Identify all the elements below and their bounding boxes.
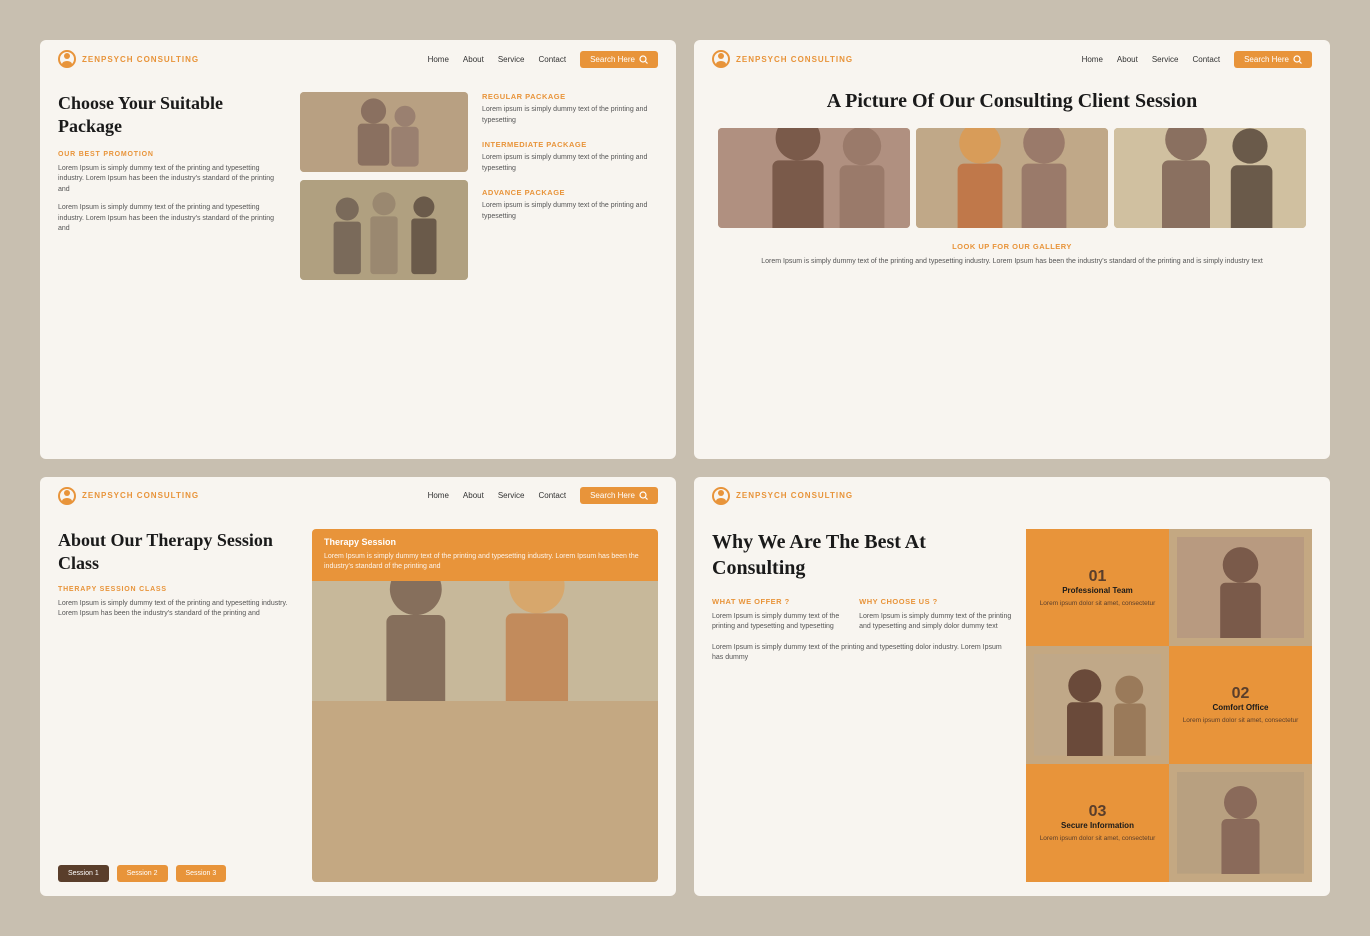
slide-package: ZENPSYCH CONSULTING Home About Service C… bbox=[40, 40, 676, 459]
slide1-body: Choose Your Suitable Package OUR BEST PR… bbox=[40, 78, 676, 459]
therapy-label: THERAPY SESSION CLASS bbox=[58, 586, 298, 593]
nav-links-slide1: Home About Service Contact Search Here bbox=[428, 51, 658, 68]
logo-slide2: ZENPSYCH CONSULTING bbox=[712, 50, 853, 68]
slide-best: ZENPSYCH CONSULTING Why We Are The Best … bbox=[694, 477, 1330, 896]
package-advance: ADVANCE PACKAGE Lorem ipsum is simply du… bbox=[482, 188, 658, 222]
logo-text-4: ZENPSYCH CONSULTING bbox=[736, 491, 853, 500]
search-button-2[interactable]: Search Here bbox=[1234, 51, 1312, 68]
nav-about-2[interactable]: About bbox=[1117, 55, 1138, 64]
nav-slide3: ZENPSYCH CONSULTING Home About Service C… bbox=[40, 477, 676, 515]
nav-contact-2[interactable]: Contact bbox=[1193, 55, 1221, 64]
nav-home-2[interactable]: Home bbox=[1082, 55, 1103, 64]
gallery-label: LOOK UP FOR OUR GALLERY bbox=[718, 242, 1306, 251]
nav-service-2[interactable]: Service bbox=[1152, 55, 1179, 64]
logo-slide4: ZENPSYCH CONSULTING bbox=[712, 487, 853, 505]
gallery-img-2 bbox=[916, 128, 1108, 228]
slide1-left: Choose Your Suitable Package OUR BEST PR… bbox=[58, 92, 286, 445]
logo-icon-2 bbox=[712, 50, 730, 68]
col2-header: WHY CHOOSE US ? bbox=[859, 597, 1012, 606]
therapy-img bbox=[312, 581, 658, 882]
nav-home-3[interactable]: Home bbox=[428, 491, 449, 500]
feature-2: 02 Comfort Office Lorem ipsum dolor sit … bbox=[1169, 646, 1312, 764]
col-choose: WHY CHOOSE US ? Lorem Ipsum is simply du… bbox=[859, 597, 1012, 633]
nav-slide2: ZENPSYCH CONSULTING Home About Service C… bbox=[694, 40, 1330, 78]
col1-text: Lorem Ipsum is simply dummy text of the … bbox=[712, 612, 843, 633]
slide4-body: Why We Are The Best At Consulting WHAT W… bbox=[694, 515, 1330, 896]
slide1-packages: REGULAR PACKAGE Lorem ipsum is simply du… bbox=[482, 92, 658, 445]
promo-label: OUR BEST PROMOTION bbox=[58, 151, 286, 158]
feature-img-3 bbox=[1169, 764, 1312, 882]
slide1-title: Choose Your Suitable Package bbox=[58, 92, 286, 139]
session-btn-2[interactable]: Session 2 bbox=[117, 865, 168, 882]
nav-about-1[interactable]: About bbox=[463, 55, 484, 64]
search-button-1[interactable]: Search Here bbox=[580, 51, 658, 68]
slide4-features: 01 Professional Team Lorem ipsum dolor s… bbox=[1026, 529, 1312, 882]
nav-slide1: ZENPSYCH CONSULTING Home About Service C… bbox=[40, 40, 676, 78]
logo-text-3: ZENPSYCH CONSULTING bbox=[82, 491, 199, 500]
logo-icon-4 bbox=[712, 487, 730, 505]
nav-links-slide2: Home About Service Contact Search Here bbox=[1082, 51, 1312, 68]
search-button-3[interactable]: Search Here bbox=[580, 487, 658, 504]
session-btn-1[interactable]: Session 1 bbox=[58, 865, 109, 882]
nav-slide4: ZENPSYCH CONSULTING bbox=[694, 477, 1330, 515]
logo-slide3: ZENPSYCH CONSULTING bbox=[58, 487, 199, 505]
img-session-bottom bbox=[300, 180, 468, 280]
slide-gallery: ZENPSYCH CONSULTING Home About Service C… bbox=[694, 40, 1330, 459]
img-session-top bbox=[300, 92, 468, 172]
gallery-desc: Lorem Ipsum is simply dummy text of the … bbox=[718, 257, 1306, 268]
nav-links-slide3: Home About Service Contact Search Here bbox=[428, 487, 658, 504]
session-btn-3[interactable]: Session 3 bbox=[176, 865, 227, 882]
slide3-right: Therapy Session Lorem Ipsum is simply du… bbox=[312, 529, 658, 882]
feature-3: 03 Secure Information Lorem ipsum dolor … bbox=[1026, 764, 1169, 882]
nav-service-3[interactable]: Service bbox=[498, 491, 525, 500]
slide2-body: A Picture Of Our Consulting Client Sessi… bbox=[694, 78, 1330, 459]
logo-icon-3 bbox=[58, 487, 76, 505]
slide3-left: About Our Therapy Session Class THERAPY … bbox=[58, 529, 298, 882]
nav-contact-3[interactable]: Contact bbox=[539, 491, 567, 500]
slide4-left: Why We Are The Best At Consulting WHAT W… bbox=[712, 529, 1012, 882]
feature-img-2 bbox=[1026, 646, 1169, 764]
nav-contact-1[interactable]: Contact bbox=[539, 55, 567, 64]
two-cols: WHAT WE OFFER ? Lorem Ipsum is simply du… bbox=[712, 597, 1012, 633]
slide3-body: About Our Therapy Session Class THERAPY … bbox=[40, 515, 676, 896]
col-offer: WHAT WE OFFER ? Lorem Ipsum is simply du… bbox=[712, 597, 843, 633]
logo-icon bbox=[58, 50, 76, 68]
nav-service-1[interactable]: Service bbox=[498, 55, 525, 64]
gallery-img-1 bbox=[718, 128, 910, 228]
col2-text: Lorem Ipsum is simply dummy text of the … bbox=[859, 612, 1012, 633]
nav-home-1[interactable]: Home bbox=[428, 55, 449, 64]
slide4-title: Why We Are The Best At Consulting bbox=[712, 529, 1012, 581]
col1-header: WHAT WE OFFER ? bbox=[712, 597, 843, 606]
therapy-text: Lorem Ipsum is simply dummy text of the … bbox=[58, 599, 298, 620]
therapy-card-text: Lorem Ipsum is simply dummy text of the … bbox=[324, 552, 646, 573]
feature-img-1 bbox=[1169, 529, 1312, 647]
slide4-bottom-text: Lorem Ipsum is simply dummy text of the … bbox=[712, 643, 1012, 664]
promo-text1: Lorem Ipsum is simply dummy text of the … bbox=[58, 164, 286, 196]
slide1-images bbox=[300, 92, 468, 445]
slide3-title: About Our Therapy Session Class bbox=[58, 529, 298, 576]
logo-slide1: ZENPSYCH CONSULTING bbox=[58, 50, 199, 68]
package-intermediate: INTERMEDIATE PACKAGE Lorem ipsum is simp… bbox=[482, 140, 658, 174]
feature-1: 01 Professional Team Lorem ipsum dolor s… bbox=[1026, 529, 1169, 647]
logo-text-2: ZENPSYCH CONSULTING bbox=[736, 55, 853, 64]
slide2-title: A Picture Of Our Consulting Client Sessi… bbox=[718, 88, 1306, 114]
therapy-card: Therapy Session Lorem Ipsum is simply du… bbox=[312, 529, 658, 581]
session-buttons: Session 1 Session 2 Session 3 bbox=[58, 865, 298, 882]
promo-text2: Lorem Ipsum is simply dummy text of the … bbox=[58, 203, 286, 235]
package-regular: REGULAR PACKAGE Lorem ipsum is simply du… bbox=[482, 92, 658, 126]
therapy-card-title: Therapy Session bbox=[324, 537, 646, 547]
nav-about-3[interactable]: About bbox=[463, 491, 484, 500]
gallery-img-3 bbox=[1114, 128, 1306, 228]
gallery-row bbox=[718, 128, 1306, 228]
slide-therapy: ZENPSYCH CONSULTING Home About Service C… bbox=[40, 477, 676, 896]
logo-text: ZENPSYCH CONSULTING bbox=[82, 55, 199, 64]
